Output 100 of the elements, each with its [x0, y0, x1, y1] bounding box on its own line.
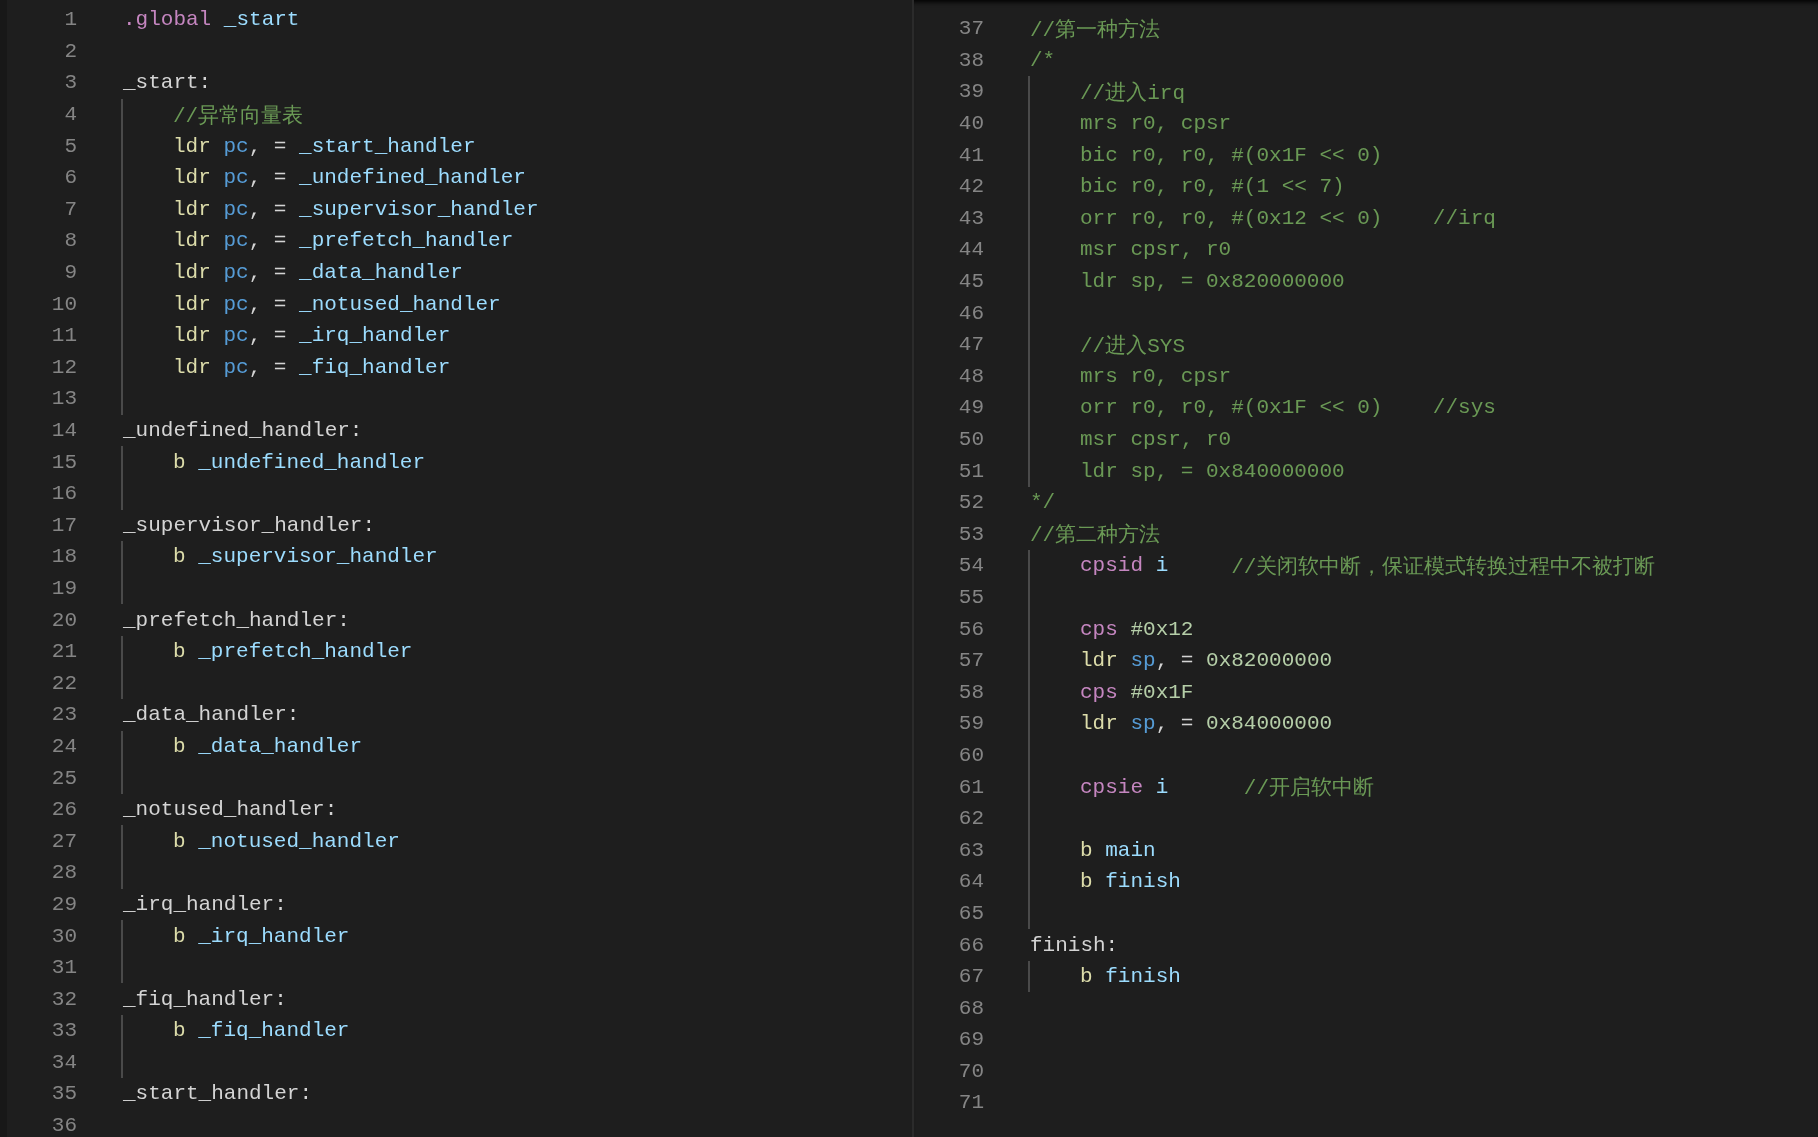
line-number: 11 — [50, 324, 77, 348]
line-number: 24 — [50, 734, 77, 758]
code-line: //异常向量表 — [172, 103, 304, 130]
line-number: 21 — [50, 640, 77, 664]
line-number: 55 — [957, 586, 984, 609]
code-line: _prefetch_handler: — [123, 607, 350, 634]
code-line: cps #0x12 — [1079, 616, 1194, 643]
code-line: b _notused_handler — [172, 828, 400, 855]
code-line: _irq_handler: — [123, 891, 287, 918]
code-line: ldr sp, = 0x820000000 — [1079, 269, 1345, 296]
line-number: 3 — [63, 71, 77, 95]
line-number: 43 — [957, 206, 984, 230]
line-number: 29 — [50, 892, 77, 916]
code-line: b _supervisor_handler — [172, 544, 438, 571]
line-number: 63 — [957, 838, 984, 862]
code-line: ldr pc, = _data_handler — [172, 260, 463, 287]
code-line: */ — [1030, 490, 1056, 517]
code-line: msr cpsr, r0 — [1079, 427, 1232, 453]
line-number: 48 — [957, 364, 984, 388]
line-number: 54 — [957, 554, 984, 578]
code-line: mrs r0, cpsr — [1079, 111, 1232, 138]
line-number: 9 — [63, 261, 77, 285]
line-number: 14 — [50, 419, 77, 442]
line-number: 15 — [50, 450, 77, 474]
line-number: 32 — [50, 987, 77, 1011]
code-line: //第一种方法 — [1030, 17, 1161, 44]
line-number: 17 — [50, 513, 77, 537]
line-number: 47 — [957, 333, 984, 357]
line-number: 33 — [50, 1019, 77, 1043]
line-number: 36 — [50, 1114, 77, 1137]
code-line: ldr pc, = _prefetch_handler — [172, 228, 514, 255]
line-number: 18 — [50, 545, 77, 569]
line-number: 4 — [63, 103, 77, 127]
line-number: 22 — [50, 671, 77, 695]
code-line: _notused_handler: — [123, 797, 338, 824]
code-line: ldr pc, = _supervisor_handler — [172, 196, 539, 223]
code-line: b main — [1079, 837, 1156, 864]
line-number: 65 — [957, 901, 984, 925]
code-line: ldr pc, = _notused_handler — [172, 291, 501, 318]
code-line: _fiq_handler: — [123, 986, 287, 1013]
code-line: /* — [1030, 47, 1056, 74]
code-line: b _fiq_handler — [172, 1018, 350, 1045]
code-line: mrs r0, cpsr — [1079, 363, 1232, 390]
code-line: bic r0, r0, #(0x1F << 0) — [1079, 142, 1383, 169]
line-number: 58 — [957, 680, 984, 704]
line-number: 28 — [50, 861, 77, 885]
code-line: cpsie i //开启软中断 — [1079, 774, 1375, 803]
line-number: 7 — [63, 197, 77, 221]
code-line: bic r0, r0, #(1 << 7) — [1079, 174, 1345, 201]
code-line: b _irq_handler — [172, 923, 350, 950]
line-number: 56 — [957, 617, 984, 641]
code-line: cps #0x1F — [1079, 679, 1194, 706]
code-line: _supervisor_handler: — [123, 512, 376, 539]
line-number: 34 — [50, 1050, 77, 1074]
line-number: 70 — [957, 1059, 984, 1083]
line-number: 1 — [63, 8, 77, 32]
line-number: 53 — [957, 522, 984, 546]
line-number: 41 — [957, 143, 984, 167]
code-line: b _prefetch_handler — [172, 639, 413, 666]
code-line: b _undefined_handler — [172, 449, 426, 476]
line-number: 26 — [50, 798, 77, 822]
code-line: ldr sp, = 0x82000000 — [1079, 648, 1333, 675]
line-number: 25 — [50, 766, 77, 790]
code-line: //进入irq — [1079, 80, 1185, 107]
code-line: ldr sp, = 0x84000000 — [1079, 711, 1333, 738]
line-number: 23 — [50, 703, 77, 727]
line-number: 57 — [957, 649, 984, 673]
code-line: ldr pc, = _undefined_handler — [172, 165, 526, 192]
line-number: 38 — [957, 48, 984, 72]
line-number: 37 — [957, 17, 984, 41]
line-number: 6 — [63, 166, 77, 190]
line-number: 61 — [957, 775, 984, 799]
code-line: orr r0, r0, #(0x1F << 0) //sys — [1079, 395, 1496, 422]
line-number: 59 — [957, 712, 984, 736]
code-line: _undefined_handler: — [123, 418, 363, 444]
line-number: 19 — [50, 577, 77, 600]
line-number: 66 — [957, 933, 984, 957]
line-number: 67 — [957, 965, 984, 989]
line-number: 10 — [50, 292, 77, 316]
line-number: 52 — [957, 491, 984, 515]
code-line: _start: — [123, 70, 212, 97]
code-line: orr r0, r0, #(0x12 << 0) //irq — [1079, 205, 1496, 232]
code-line: msr cpsr, r0 — [1079, 237, 1232, 264]
line-number: 31 — [50, 956, 77, 980]
line-number: 35 — [50, 1082, 77, 1106]
code-line: ldr pc, = _irq_handler — [172, 323, 451, 350]
line-number: 8 — [63, 229, 77, 253]
code-line: _start_handler: — [123, 1081, 313, 1108]
line-number: 50 — [957, 428, 984, 451]
line-number: 12 — [50, 355, 77, 379]
line-number: 27 — [50, 829, 77, 853]
code-line: finish: — [1030, 932, 1119, 959]
line-number: 71 — [957, 1091, 984, 1115]
line-number: 40 — [957, 112, 984, 136]
line-number: 42 — [957, 175, 984, 199]
line-number: 46 — [957, 301, 984, 325]
line-number: 62 — [957, 807, 984, 831]
code-line: //第二种方法 — [1030, 522, 1161, 550]
line-number: 45 — [957, 270, 984, 294]
line-number: 13 — [50, 387, 77, 411]
